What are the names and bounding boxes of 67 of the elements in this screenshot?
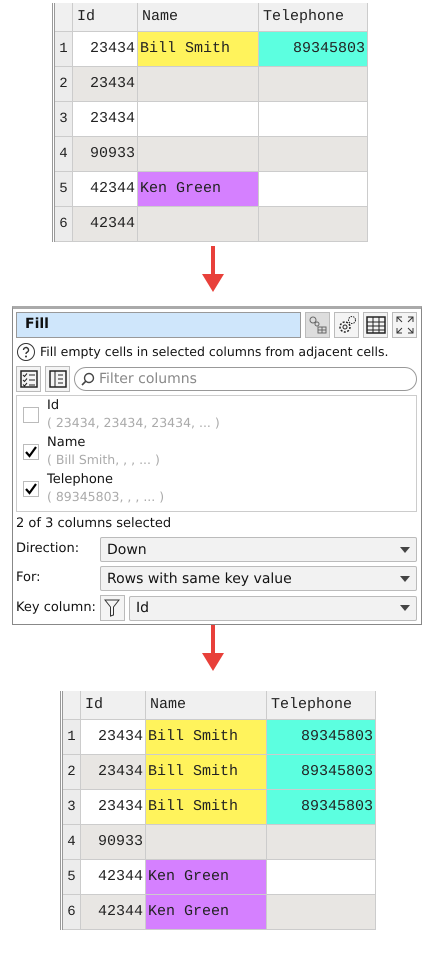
- panel-title: Fill: [16, 312, 301, 338]
- row-number: 3: [55, 102, 73, 137]
- settings-button[interactable]: [334, 312, 359, 338]
- table-cell: Bill Smith: [138, 32, 259, 67]
- column-header[interactable]: Name: [138, 3, 259, 32]
- table-cell: 90933: [81, 825, 146, 860]
- corner-cell: [63, 691, 81, 720]
- help-icon[interactable]: [16, 342, 36, 362]
- column-name: Telephone: [47, 472, 114, 490]
- table-cell: Ken Green: [146, 895, 267, 930]
- table-cell: Ken Green: [138, 172, 259, 207]
- table-cell: 89345803: [267, 790, 376, 826]
- column-header[interactable]: Telephone: [267, 691, 376, 720]
- field-label: For:: [16, 570, 42, 588]
- row-number: 1: [63, 720, 81, 756]
- table-cell: 90933: [73, 137, 138, 172]
- row-number: 2: [55, 67, 73, 102]
- table-cell: 42344: [81, 895, 146, 930]
- row-number: 6: [63, 895, 81, 930]
- column-header[interactable]: Telephone: [259, 3, 368, 32]
- row-number: 2: [63, 755, 81, 790]
- row-number: 5: [63, 860, 81, 896]
- column-name: Name: [47, 435, 86, 452]
- table-cell: 89345803: [267, 720, 376, 756]
- uncheck-all-button[interactable]: [45, 366, 70, 392]
- caret-icon: [400, 605, 410, 612]
- corner-cell: [55, 3, 73, 32]
- checkbox[interactable]: [23, 481, 39, 498]
- filter-button[interactable]: [100, 595, 125, 622]
- table-cell: 42344: [73, 207, 138, 242]
- column-name: Id: [47, 398, 60, 415]
- table-cell: Bill Smith: [146, 755, 267, 790]
- column-header[interactable]: Id: [73, 3, 138, 32]
- column-header[interactable]: Id: [81, 691, 146, 720]
- table-cell: Bill Smith: [146, 790, 267, 826]
- table-cell: 23434: [73, 67, 138, 102]
- link-table-button[interactable]: [305, 312, 330, 338]
- table-button[interactable]: [363, 312, 388, 338]
- column-preview: ( 89345803, , , ... ): [47, 489, 164, 506]
- caret-icon: [400, 576, 410, 582]
- check-all-button[interactable]: [16, 366, 41, 392]
- dropdown[interactable]: Down: [100, 537, 417, 562]
- checkbox[interactable]: [23, 407, 39, 423]
- filter-field[interactable]: Filter columns: [74, 367, 417, 391]
- table-cell: 89345803: [259, 32, 368, 67]
- row-number: 1: [55, 32, 73, 67]
- column-preview: ( Bill Smith, , , ... ): [47, 452, 160, 468]
- row-number: 4: [63, 825, 81, 860]
- row-number: 6: [55, 207, 73, 242]
- field-label: Direction:: [16, 541, 80, 558]
- field-label: Key column:: [16, 600, 96, 617]
- table-cell: Bill Smith: [146, 720, 267, 756]
- table-cell: 89345803: [267, 755, 376, 790]
- maximize-button[interactable]: [392, 312, 417, 338]
- dropdown[interactable]: Id: [128, 596, 417, 621]
- help-text: Fill empty cells in selected columns from adjacent cells.: [40, 344, 388, 360]
- row-number: 3: [63, 790, 81, 826]
- checkbox[interactable]: [23, 444, 39, 460]
- table-cell: 23434: [81, 755, 146, 790]
- column-header[interactable]: Name: [146, 691, 267, 720]
- table-cell: Ken Green: [146, 860, 267, 896]
- selection-count: 2 of 3 columns selected: [16, 516, 172, 534]
- row-number: 4: [55, 137, 73, 172]
- column-preview: ( 23434, 23434, 23434, ... ): [47, 414, 220, 432]
- caret-icon: [400, 546, 410, 553]
- dropdown[interactable]: Rows with same key value: [100, 566, 417, 592]
- row-number: 5: [55, 172, 73, 207]
